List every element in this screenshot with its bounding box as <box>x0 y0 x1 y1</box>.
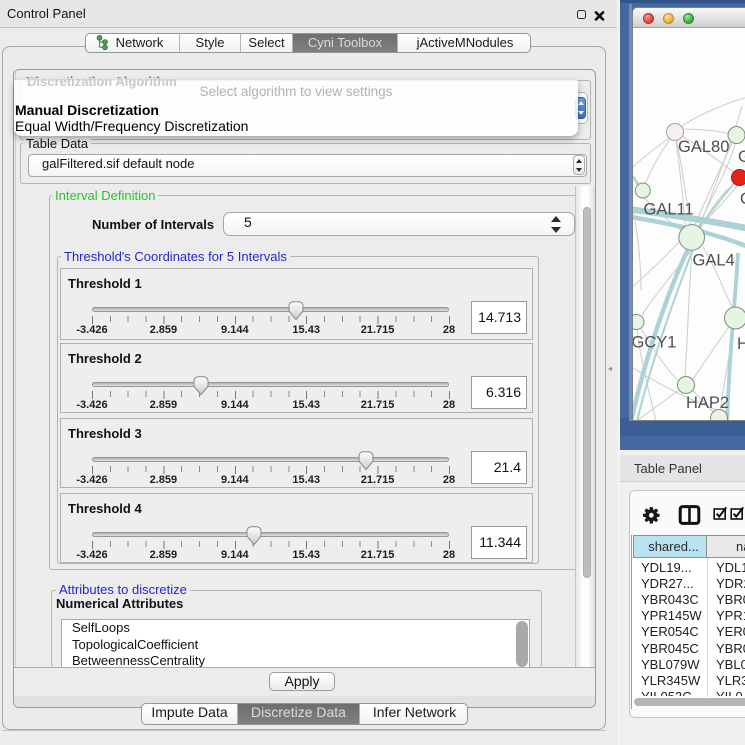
svg-text:GA: GA <box>738 148 745 166</box>
svg-text:HAP2: HAP2 <box>686 394 729 412</box>
svg-text:C: C <box>740 190 745 208</box>
svg-text:H: H <box>737 335 745 353</box>
svg-text:GAL4: GAL4 <box>693 252 735 270</box>
svg-text:GAL80: GAL80 <box>678 138 729 156</box>
svg-text:GCY1: GCY1 <box>633 334 676 352</box>
svg-text:GAL11: GAL11 <box>644 201 694 219</box>
